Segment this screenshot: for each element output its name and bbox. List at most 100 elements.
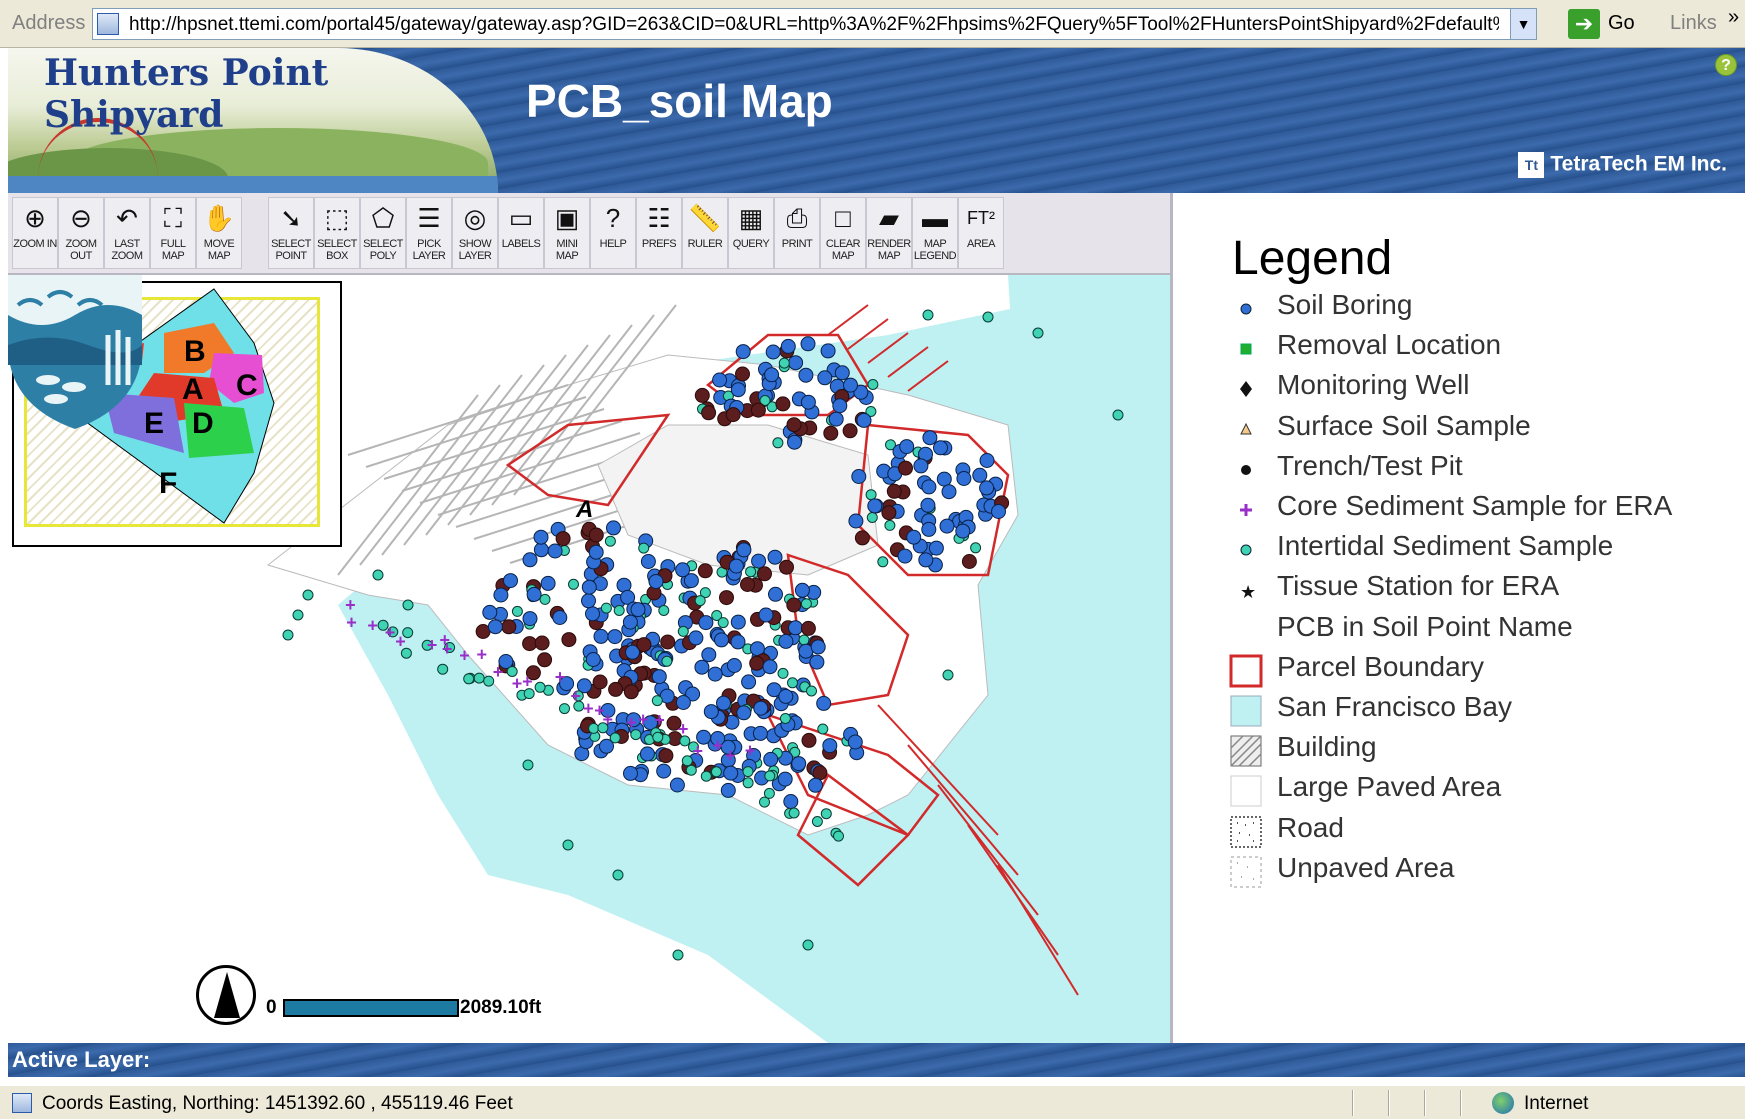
toolbar-button-show-layer[interactable]: ◎ SHOW LAYER — [452, 197, 498, 269]
core-sediment-point: + — [555, 667, 566, 687]
soil-boring-point — [787, 434, 802, 450]
soil-boring-point — [688, 630, 704, 646]
toolbar-button-move-map[interactable]: ✋ MOVE MAP — [196, 197, 242, 269]
intertidal-sample-point — [777, 667, 789, 679]
legend-item-label: Tissue Station for ERA — [1277, 570, 1560, 602]
go-button[interactable]: Go — [1608, 12, 1635, 35]
agency-shield-logo — [8, 275, 142, 429]
toolbar-button-last-zoom[interactable]: ↶ LAST ZOOM — [104, 197, 150, 269]
pcb-soil-point — [694, 387, 710, 403]
toolbar-button-area[interactable]: FT² AREA — [958, 197, 1004, 269]
toolbar-button-label: ZOOM IN — [13, 238, 57, 250]
black-diamond-icon — [1240, 381, 1252, 398]
toolbar-button-label: AREA — [967, 238, 995, 250]
legend-item-label: San Francisco Bay — [1277, 691, 1512, 722]
map-legend-icon: ▬ — [922, 203, 948, 233]
intertidal-sample-point — [568, 578, 579, 590]
soil-boring-point — [728, 558, 744, 574]
pcb-soil-point — [886, 483, 902, 499]
pcb-soil-point — [735, 366, 750, 382]
legend-item-label: Large Paved Area — [1277, 771, 1502, 803]
go-arrow-icon[interactable]: ➔ — [1568, 9, 1600, 39]
soil-boring-point — [897, 548, 913, 564]
soil-boring-point — [593, 628, 609, 644]
soil-boring-point — [936, 471, 952, 487]
soil-boring-point — [763, 751, 779, 767]
toolbar-button-ruler[interactable]: 📏 RULER — [682, 197, 728, 269]
soil-boring-point — [921, 521, 937, 537]
toolbar-button-help[interactable]: ? HELP — [590, 197, 636, 269]
overview-parcel-label: D — [192, 407, 214, 440]
core-sediment-point: + — [678, 719, 689, 739]
soil-boring-point — [778, 688, 794, 704]
toolbar-button-prefs[interactable]: ☷ PREFS — [636, 197, 682, 269]
core-sediment-point: + — [477, 644, 488, 664]
toolbar-button-zoom-out[interactable]: ⊖ ZOOM OUT — [58, 197, 104, 269]
toolbar-button-query[interactable]: ▦ QUERY — [728, 197, 774, 269]
soil-boring-point — [920, 497, 936, 513]
address-dropdown-icon[interactable]: ▼ — [1510, 9, 1536, 39]
overview-parcel-label: E — [144, 407, 164, 440]
intertidal-sample-point — [1112, 409, 1124, 421]
intertidal-sample-point — [282, 629, 294, 641]
white-box-icon — [1230, 775, 1262, 807]
address-input[interactable]: http://hpsnet.ttemi.com/portal45/gateway… — [92, 8, 1537, 40]
intertidal-sample-point — [742, 766, 754, 778]
core-sediment-point: + — [693, 741, 704, 761]
toolbar-button-select-poly[interactable]: ⬠ SELECT POLY — [360, 197, 406, 269]
green-square-icon — [1240, 343, 1252, 355]
map-view[interactable]: A + + + + + + + + + + + + + + + + + + + + + + + + + + BACEDF 0 208… — [8, 275, 1170, 1043]
toolbar-button-full-map[interactable]: ⛶ FULL MAP — [150, 197, 196, 269]
core-sediment-point: + — [442, 639, 453, 659]
soil-boring-point — [906, 529, 922, 545]
blue-dot-icon — [1240, 303, 1252, 315]
address-bar: Address http://hpsnet.ttemi.com/portal45… — [0, 0, 1745, 48]
intertidal-sample-point — [681, 755, 693, 767]
soil-boring-point — [720, 782, 736, 798]
toolbar-button-zoom-in[interactable]: ⊕ ZOOM IN — [12, 197, 58, 269]
pcb-soil-point — [800, 620, 816, 636]
pcb-soil-point — [842, 423, 858, 439]
toolbar-button-select-box[interactable]: ⬚ SELECT BOX — [314, 197, 360, 269]
intertidal-sample-point — [884, 519, 896, 531]
toolbar-button-pick-layer[interactable]: ☰ PICK LAYER — [406, 197, 452, 269]
address-url[interactable]: http://hpsnet.ttemi.com/portal45/gateway… — [129, 14, 1499, 36]
toolbar-button-mini-map[interactable]: ▣ MINI MAP — [544, 197, 590, 269]
links-label[interactable]: Links — [1670, 12, 1717, 35]
coords-readout: Coords Easting, Northing: 1451392.60 , 4… — [42, 1093, 513, 1114]
intertidal-sample-point — [811, 816, 823, 827]
toolbar-button-print[interactable]: ⎙ PRINT — [774, 197, 820, 269]
intertidal-sample-point — [685, 764, 697, 776]
toolbar-button-map-legend[interactable]: ▬ MAP LEGEND — [912, 197, 958, 269]
soil-boring-point — [581, 579, 597, 595]
select-box-icon: ⬚ — [324, 203, 350, 233]
pcb-soil-point — [561, 632, 577, 648]
pcb-soil-point — [719, 590, 734, 606]
intertidal-sample-point — [522, 759, 534, 771]
soil-boring-point — [851, 469, 867, 484]
soil-boring-point — [639, 746, 655, 762]
soil-boring-point — [552, 610, 568, 625]
toolbar-button-label: SELECT POINT — [271, 238, 311, 262]
toolbar-button-clear-map[interactable]: □ CLEAR MAP — [820, 197, 866, 269]
soil-boring-point — [585, 606, 600, 622]
intertidal-sample-point — [562, 839, 574, 851]
more-links-chevron-icon[interactable]: » — [1728, 6, 1739, 29]
toolbar-button-select-point[interactable]: ➘ SELECT POINT — [268, 197, 314, 269]
toolbar-button-labels[interactable]: ▭ LABELS — [498, 197, 544, 269]
toolbar-button-render-map[interactable]: ▰ RENDER MAP — [866, 197, 912, 269]
pick-layer-icon: ☰ — [417, 203, 441, 233]
soil-boring-point — [798, 367, 814, 383]
soil-boring-point — [808, 777, 823, 793]
hatched-box-icon — [1230, 735, 1262, 767]
pcb-soil-point — [786, 417, 802, 433]
query-icon: ▦ — [738, 203, 764, 233]
intertidal-sample-point — [700, 770, 712, 782]
intertidal-sample-point — [802, 939, 814, 951]
soil-boring-point — [913, 458, 929, 474]
help-icon[interactable]: ? — [1715, 54, 1737, 76]
soil-boring-point — [777, 771, 793, 787]
core-sediment-point: + — [571, 686, 582, 706]
intertidal-sample-point — [798, 634, 810, 646]
teal-hexagon-icon — [1240, 544, 1252, 556]
